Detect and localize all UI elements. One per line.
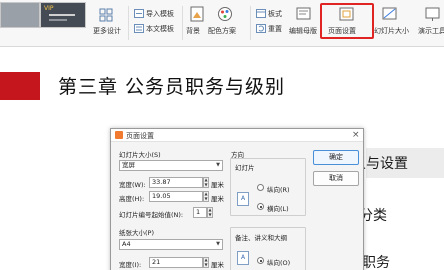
- thumbnail-line: [49, 14, 75, 16]
- background-icon: [190, 6, 204, 22]
- height-spinner[interactable]: ▲ ▼: [203, 191, 209, 202]
- chevron-down-icon: ▼: [216, 241, 220, 247]
- design-template-thumbnail-1[interactable]: [0, 2, 40, 28]
- height-unit: 厘米: [211, 195, 224, 203]
- import-template-button[interactable]: 导入模板: [146, 9, 174, 19]
- paper-width-label: 宽度(I):: [119, 261, 142, 269]
- slides-portrait-label: 纵向(R): [267, 186, 290, 194]
- color-scheme-icon: [218, 7, 232, 21]
- reset-button[interactable]: 重置: [268, 24, 282, 34]
- orientation-preview-icon: A: [237, 192, 249, 206]
- vip-badge: VIP: [44, 5, 54, 12]
- design-template-thumbnail-2[interactable]: VIP: [40, 2, 86, 28]
- dialog-title: 页面设置: [126, 132, 154, 140]
- ok-button[interactable]: 确定: [313, 150, 359, 165]
- slides-landscape-label: 横向(L): [267, 205, 289, 213]
- width-input[interactable]: 33.87: [149, 177, 203, 188]
- start-number-spinner[interactable]: ▲ ▼: [207, 207, 213, 218]
- slide-size-label: 幻灯片大小(S): [119, 151, 161, 159]
- divider: [128, 6, 129, 40]
- notes-preview-icon: A: [237, 251, 249, 265]
- page-setup-button[interactable]: [320, 3, 374, 39]
- width-spinner[interactable]: ▲ ▼: [203, 177, 209, 188]
- start-number-label: 幻灯片编号起始值(N):: [119, 211, 184, 219]
- slides-label: 幻灯片: [235, 164, 255, 172]
- slide-bg-text-3: 职务: [362, 255, 390, 270]
- notes-portrait-radio[interactable]: [257, 257, 264, 264]
- text-template-button[interactable]: 本文模板: [146, 24, 174, 34]
- notes-portrait-label: 纵向(O): [267, 259, 291, 267]
- reset-icon: [256, 24, 266, 33]
- paper-width-input[interactable]: 21: [149, 257, 203, 268]
- close-icon[interactable]: ×: [352, 129, 360, 141]
- background-button[interactable]: 背景: [186, 26, 200, 36]
- app-icon: [115, 131, 123, 139]
- more-design-button[interactable]: 更多设计: [93, 26, 121, 36]
- paper-size-value: A4: [122, 240, 131, 248]
- chapter-accent-bar: [0, 72, 40, 100]
- slide-size-select[interactable]: 宽屏 ▼: [119, 160, 223, 171]
- chevron-down-icon: ▼: [216, 162, 220, 168]
- color-scheme-button[interactable]: 配色方案: [208, 26, 236, 36]
- edit-master-button[interactable]: 编辑母版: [289, 26, 317, 36]
- paper-size-label: 纸张大小(P): [119, 229, 154, 237]
- dialog-titlebar[interactable]: 页面设置 ×: [111, 129, 363, 142]
- thumbnail-line: [49, 19, 67, 21]
- page-setup-dialog: 页面设置 × 幻灯片大小(S) 宽屏 ▼ 宽度(W): 33.87 ▲ ▼ 厘米 …: [110, 128, 364, 270]
- slide-size-value: 宽屏: [122, 161, 135, 169]
- slides-landscape-radio[interactable]: [257, 203, 264, 210]
- height-label: 高度(H):: [119, 195, 145, 203]
- slides-portrait-radio[interactable]: [257, 184, 264, 191]
- cancel-button[interactable]: 取消: [313, 171, 359, 186]
- paper-width-unit: 厘米: [211, 261, 224, 269]
- edit-master-icon: [296, 7, 311, 20]
- slide-size-icon: [382, 7, 397, 20]
- paper-width-spinner[interactable]: ▲ ▼: [203, 257, 209, 268]
- layout-icon: [256, 9, 266, 18]
- ribbon-toolbar: VIP 更多设计 导入模板 本文模板 背景 配色方案 板式 重置 编辑母版 页面…: [0, 0, 444, 47]
- presenter-tools-icon: [425, 7, 440, 21]
- height-input[interactable]: 19.05: [149, 191, 203, 202]
- divider: [250, 6, 251, 40]
- import-template-icon: [134, 9, 144, 18]
- divider: [182, 6, 183, 40]
- paper-size-select[interactable]: A4 ▼: [119, 239, 223, 250]
- text-template-icon: [134, 24, 144, 33]
- width-unit: 厘米: [211, 181, 224, 189]
- chapter-title: 第三章 公务员职务与级别: [58, 76, 286, 98]
- slide-size-button[interactable]: 幻灯片大小: [374, 26, 409, 36]
- start-number-input[interactable]: 1: [193, 207, 207, 218]
- presenter-tools-button[interactable]: 演示工具: [418, 26, 444, 36]
- layout-button[interactable]: 板式: [268, 9, 282, 19]
- more-design-icon[interactable]: [99, 8, 113, 22]
- width-label: 宽度(W):: [119, 181, 146, 189]
